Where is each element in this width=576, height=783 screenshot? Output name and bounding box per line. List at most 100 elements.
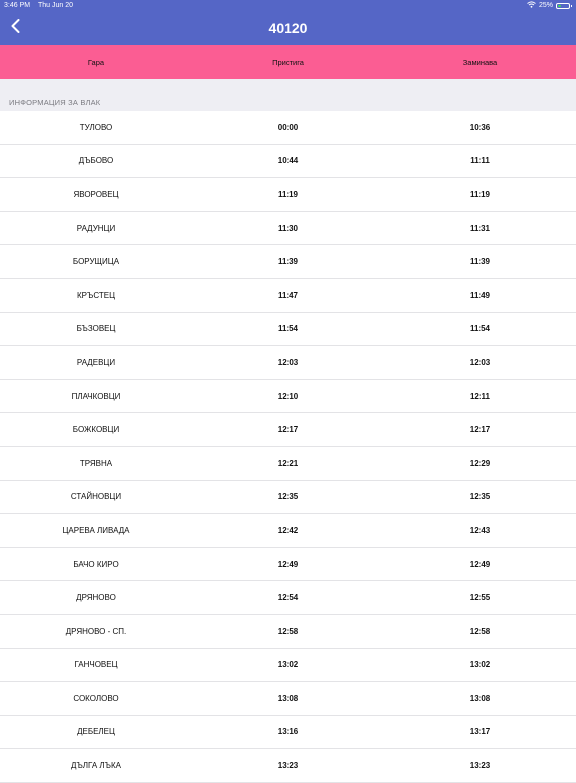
arrival-time: 13:16: [277, 727, 299, 737]
station-cell: СОКОЛОВО: [73, 693, 119, 703]
station-cell: РАДУНЦИ: [76, 223, 116, 233]
status-date: Thu Jun 20: [38, 2, 74, 9]
station-cell: ПЛАЧКОВЦИ: [71, 391, 121, 401]
departure-time: 13:17: [469, 727, 491, 737]
battery-fill: [558, 4, 561, 7]
battery-percent: 25%: [538, 2, 553, 9]
table-row: СОКОЛОВО 13:08 13:08: [0, 682, 576, 716]
arrival-time: 12:17: [277, 425, 299, 435]
page-title: 40120: [268, 20, 308, 36]
departure-time: 11:39: [469, 257, 491, 267]
table-row: ДРЯНОВО - СП. 12:58 12:58: [0, 615, 576, 649]
table-row: ДРЯНОВО 12:54 12:55: [0, 581, 576, 615]
station-cell: ГАНЧОВЕЦ: [74, 660, 118, 670]
station-cell: БАЧО КИРО: [73, 559, 119, 569]
departure-time: 12:35: [469, 492, 491, 502]
table-row: РАДЕВЦИ 12:03 12:03: [0, 346, 576, 380]
arrival-time: 13:08: [277, 693, 299, 703]
section-label: ИНФОРМАЦИЯ ЗА ВЛАК: [9, 98, 101, 107]
station-cell: БЪЗОВЕЦ: [76, 324, 116, 334]
table-row: ДЪБОВО 10:44 11:11: [0, 145, 576, 179]
chevron-left-icon: [11, 18, 20, 38]
arrival-time: 12:35: [277, 492, 299, 502]
departure-time: 11:31: [469, 223, 491, 233]
arrival-time: 12:54: [277, 593, 299, 603]
column-header: Гара Пристига Заминава: [0, 45, 576, 79]
arrival-time: 10:44: [277, 156, 299, 166]
arrival-time: 12:49: [277, 559, 299, 569]
departure-time: 10:36: [469, 122, 491, 132]
station-cell: ДЪБОВО: [78, 156, 114, 166]
departure-time: 13:02: [469, 660, 491, 670]
departure-time: 12:03: [469, 357, 491, 367]
section-header: ИНФОРМАЦИЯ ЗА ВЛАК: [0, 79, 576, 111]
nav-bar: 40120: [0, 11, 576, 45]
departure-time: 11:54: [469, 324, 491, 334]
table-row: ГАНЧОВЕЦ 13:02 13:02: [0, 649, 576, 683]
table-row: БЪЗОВЕЦ 11:54 11:54: [0, 313, 576, 347]
table-row: ДЪЛГА ЛЪКА 13:23 13:23: [0, 749, 576, 783]
departure-time: 12:29: [469, 458, 491, 468]
station-cell: СТАЙНОВЦИ: [70, 492, 122, 502]
arrival-time: 12:58: [277, 626, 299, 636]
departure-time: 11:49: [469, 290, 491, 300]
departure-time: 13:23: [469, 761, 491, 771]
status-right: 25%: [527, 0, 572, 11]
departure-time: 11:19: [469, 189, 491, 199]
arrival-time: 11:19: [277, 189, 299, 199]
arrival-time: 00:00: [277, 122, 299, 132]
column-station: Гара: [87, 57, 105, 67]
table-row: ТРЯВНА 12:21 12:29: [0, 447, 576, 481]
station-cell: ЦАРЕВА ЛИВАДА: [62, 525, 130, 535]
arrival-time: 12:10: [277, 391, 299, 401]
table-row: ЯВОРОВЕЦ 11:19 11:19: [0, 178, 576, 212]
departure-time: 12:49: [469, 559, 491, 569]
table-row: ДЕБЕЛЕЦ 13:16 13:17: [0, 716, 576, 750]
departure-time: 13:08: [469, 693, 491, 703]
table-row: ЦАРЕВА ЛИВАДА 12:42 12:43: [0, 514, 576, 548]
table-row: БОЖКОВЦИ 12:17 12:17: [0, 413, 576, 447]
departure-time: 12:17: [469, 425, 491, 435]
departure-time: 12:55: [469, 593, 491, 603]
station-cell: КРЪСТЕЦ: [77, 290, 115, 300]
station-cell: БОРУЩИЦА: [72, 257, 120, 267]
table-row: КРЪСТЕЦ 11:47 11:49: [0, 279, 576, 313]
column-departs: Заминава: [462, 57, 498, 67]
station-cell: ЯВОРОВЕЦ: [73, 189, 119, 199]
station-cell: ДРЯНОВО: [76, 593, 116, 603]
station-cell: ТРЯВНА: [79, 458, 113, 468]
back-button[interactable]: [6, 17, 24, 39]
arrival-time: 11:39: [277, 257, 299, 267]
arrival-time: 11:47: [277, 290, 299, 300]
status-bar: 3:46 PM Thu Jun 20 25%: [0, 0, 576, 11]
departure-time: 12:58: [469, 626, 491, 636]
arrival-time: 13:02: [277, 660, 299, 670]
schedule-list: ТУЛОВО 00:00 10:36 ДЪБОВО 10:44 11:11 ЯВОРОВЕЦ…: [0, 111, 576, 783]
station-cell: ДРЯНОВО - СП.: [65, 626, 127, 636]
wifi-icon: [527, 0, 536, 11]
arrival-time: 12:42: [277, 525, 299, 535]
table-row: БОРУЩИЦА 11:39 11:39: [0, 245, 576, 279]
top-bar: 3:46 PM Thu Jun 20 25% 40120: [0, 0, 576, 45]
table-row: ПЛАЧКОВЦИ 12:10 12:11: [0, 380, 576, 414]
departure-time: 12:11: [469, 391, 491, 401]
station-cell: ТУЛОВО: [79, 122, 113, 132]
battery-icon: [556, 2, 572, 9]
table-row: ТУЛОВО 00:00 10:36: [0, 111, 576, 145]
departure-time: 11:11: [470, 156, 490, 166]
table-row: РАДУНЦИ 11:30 11:31: [0, 212, 576, 246]
departure-time: 12:43: [469, 525, 491, 535]
arrival-time: 11:54: [277, 324, 299, 334]
station-cell: БОЖКОВЦИ: [72, 425, 120, 435]
station-cell: РАДЕВЦИ: [76, 357, 116, 367]
column-arrives: Пристига: [272, 57, 304, 67]
arrival-time: 11:30: [277, 223, 299, 233]
status-time: 3:46 PM: [4, 2, 31, 9]
arrival-time: 12:21: [277, 458, 299, 468]
table-row: СТАЙНОВЦИ 12:35 12:35: [0, 481, 576, 515]
arrival-time: 13:23: [277, 761, 299, 771]
table-row: БАЧО КИРО 12:49 12:49: [0, 548, 576, 582]
station-cell: ДЪЛГА ЛЪКА: [71, 761, 121, 771]
station-cell: ДЕБЕЛЕЦ: [77, 727, 115, 737]
arrival-time: 12:03: [277, 357, 299, 367]
